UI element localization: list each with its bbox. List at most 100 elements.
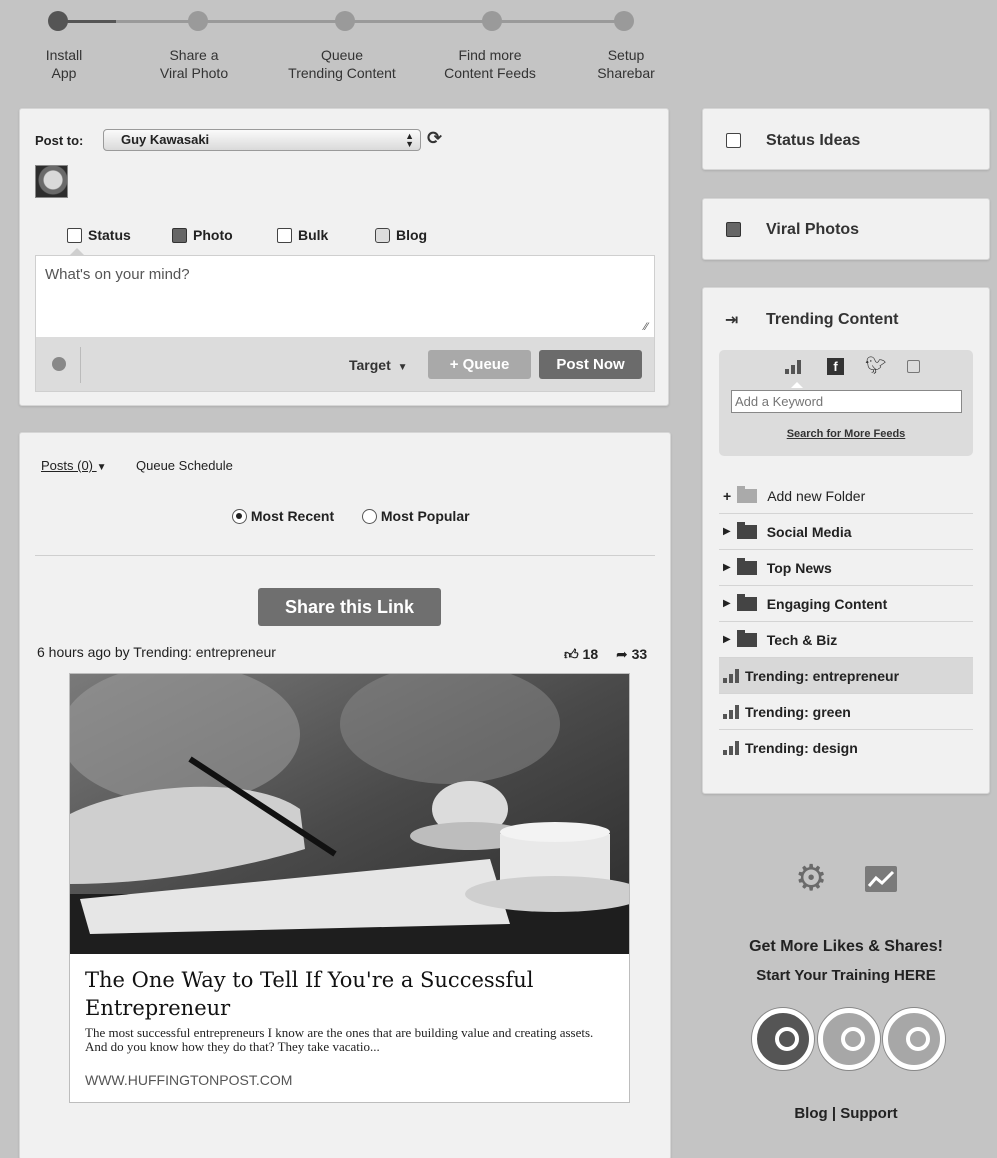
search-more-feeds-link[interactable]: Search for More Feeds: [719, 428, 973, 440]
trending-bars-icon: [723, 704, 739, 719]
caret-right-icon: ▶: [723, 598, 731, 609]
badge-pro-icon[interactable]: [752, 1008, 814, 1070]
caret-right-icon: ▶: [723, 526, 731, 537]
avatar: [35, 165, 68, 198]
progress-steps: Install App Share a Viral Photo Queue Trend…: [0, 0, 700, 100]
article-source[interactable]: WWW.HUFFINGTONPOST.COM: [85, 1072, 292, 1088]
step-label-sharebar[interactable]: Setup Sharebar: [556, 46, 696, 82]
radio-selected[interactable]: [232, 509, 247, 524]
folder-top-news[interactable]: ▶ Top News: [719, 550, 973, 586]
share-link-button[interactable]: Share this Link: [258, 588, 441, 626]
article-title[interactable]: The One Way to Tell If You're a Successf…: [85, 966, 605, 1022]
trending-content-panel: ⇥ Trending Content f 🐦︎ Search for More …: [702, 287, 990, 794]
twitter-icon[interactable]: 🐦︎: [865, 356, 887, 376]
keyword-input[interactable]: [731, 390, 962, 413]
facebook-icon[interactable]: f: [827, 358, 844, 375]
chevron-down-icon: ▼: [96, 462, 107, 473]
step-dot-share-photo[interactable]: [188, 11, 208, 31]
feed-panel: Posts (0) ▼ Queue Schedule Most Recent M…: [19, 432, 671, 1158]
thumbs-up-icon: 👍︎: [564, 646, 579, 662]
caret-right-icon: ▶: [723, 634, 731, 645]
article-excerpt: The most successful entrepreneurs I know…: [85, 1025, 594, 1054]
status-textarea[interactable]: What's on your mind? ⁄⁄: [35, 255, 655, 337]
trending-source-icon[interactable]: [785, 360, 801, 379]
folder-tech-biz[interactable]: ▶ Tech & Biz: [719, 622, 973, 658]
select-arrows-icon: ▲ ▼: [405, 131, 414, 149]
status-icon: [67, 227, 82, 243]
clock-icon[interactable]: [52, 357, 66, 371]
folder-icon: [737, 485, 758, 503]
status-ideas-panel[interactable]: Status Ideas: [702, 108, 990, 170]
trending-green[interactable]: Trending: green: [719, 694, 973, 730]
status-placeholder: What's on your mind?: [45, 266, 190, 283]
trending-bars-icon: [723, 668, 739, 683]
likes-count[interactable]: 👍︎ 18: [564, 646, 598, 663]
rss-icon[interactable]: [907, 360, 920, 373]
source-pointer: [791, 382, 803, 388]
trending-entrepreneur[interactable]: Trending: entrepreneur: [719, 658, 973, 694]
status-ideas-title: Status Ideas: [766, 132, 861, 149]
trending-bars-icon: [723, 741, 739, 755]
folder-icon: [736, 521, 757, 539]
post-now-button[interactable]: Post Now: [539, 350, 642, 379]
folder-icon: [736, 593, 757, 611]
step-dot-queue[interactable]: [335, 11, 355, 31]
step-dot-install[interactable]: [48, 11, 68, 31]
caret-right-icon: ▶: [723, 562, 731, 573]
post-to-label: Post to:: [35, 133, 84, 148]
queue-button[interactable]: + Queue: [428, 350, 531, 379]
tab-status[interactable]: Status: [67, 227, 131, 243]
step-label-feeds[interactable]: Find more Content Feeds: [420, 46, 560, 82]
divider: [35, 555, 655, 556]
photo-icon: [172, 227, 187, 243]
badge-expert-icon[interactable]: [818, 1008, 880, 1070]
step-dot-feeds[interactable]: [482, 11, 502, 31]
target-dropdown[interactable]: Target ▼: [349, 357, 408, 373]
composer-toolbar: Target ▼ + Queue Post Now: [35, 337, 655, 392]
training-link[interactable]: Start Your Training HERE: [702, 967, 990, 984]
viral-photos-title: Viral Photos: [766, 221, 860, 238]
step-dot-sharebar[interactable]: [614, 11, 634, 31]
import-icon: ⇥: [725, 312, 739, 329]
tab-bulk[interactable]: Bulk: [277, 227, 328, 243]
posts-tab[interactable]: Posts (0) ▼: [41, 458, 107, 473]
tab-blog[interactable]: Blog: [375, 227, 427, 243]
step-label-queue[interactable]: Queue Trending Content: [272, 46, 412, 82]
folder-engaging-content[interactable]: ▶ Engaging Content: [719, 586, 973, 622]
step-label-install[interactable]: Install App: [0, 46, 134, 82]
rss-icon: [375, 227, 390, 243]
tab-photo[interactable]: Photo: [172, 227, 233, 243]
article-card[interactable]: The One Way to Tell If You're a Successf…: [69, 673, 630, 1103]
refresh-icon[interactable]: ⟳: [427, 128, 442, 149]
feed-search-box: f 🐦︎ Search for More Feeds: [719, 350, 973, 456]
add-folder-row[interactable]: + Add new Folder: [719, 478, 973, 514]
radio-unselected[interactable]: [362, 509, 377, 524]
status-ideas-icon: [726, 133, 741, 148]
tab-pointer: [70, 248, 84, 255]
footer-links: Blog | Support: [702, 1105, 990, 1122]
viral-photos-panel[interactable]: Viral Photos: [702, 198, 990, 260]
bulk-icon: [277, 227, 292, 243]
resize-handle-icon[interactable]: ⁄⁄: [644, 321, 648, 333]
toolbar-divider: [80, 347, 81, 383]
folder-icon: [736, 629, 757, 647]
link-separator: |: [831, 1105, 837, 1122]
gear-icon[interactable]: ⚙: [795, 860, 827, 896]
blog-link[interactable]: Blog: [794, 1105, 827, 1122]
badge-guru-icon[interactable]: [883, 1008, 945, 1070]
post-meta: 6 hours ago by Trending: entrepreneur: [37, 644, 276, 660]
trending-design[interactable]: Trending: design: [719, 730, 973, 766]
composer-panel: Post to: Guy Kawasaki ▲ ▼ ⟳ Status Photo …: [19, 108, 669, 406]
sort-most-recent[interactable]: Most Recent: [232, 508, 334, 524]
support-link[interactable]: Support: [840, 1105, 898, 1122]
promo-headline: Get More Likes & Shares!: [749, 938, 943, 955]
shares-count[interactable]: ➦ 33: [616, 646, 647, 663]
folder-icon: [736, 557, 757, 575]
step-label-share-photo[interactable]: Share a Viral Photo: [124, 46, 264, 82]
queue-schedule-tab[interactable]: Queue Schedule: [136, 458, 233, 473]
chart-line-icon: [867, 870, 895, 887]
folder-social-media[interactable]: ▶ Social Media: [719, 514, 973, 550]
account-select[interactable]: Guy Kawasaki ▲ ▼: [103, 129, 421, 151]
analytics-icon[interactable]: [865, 866, 897, 892]
sort-most-popular[interactable]: Most Popular: [362, 508, 470, 524]
